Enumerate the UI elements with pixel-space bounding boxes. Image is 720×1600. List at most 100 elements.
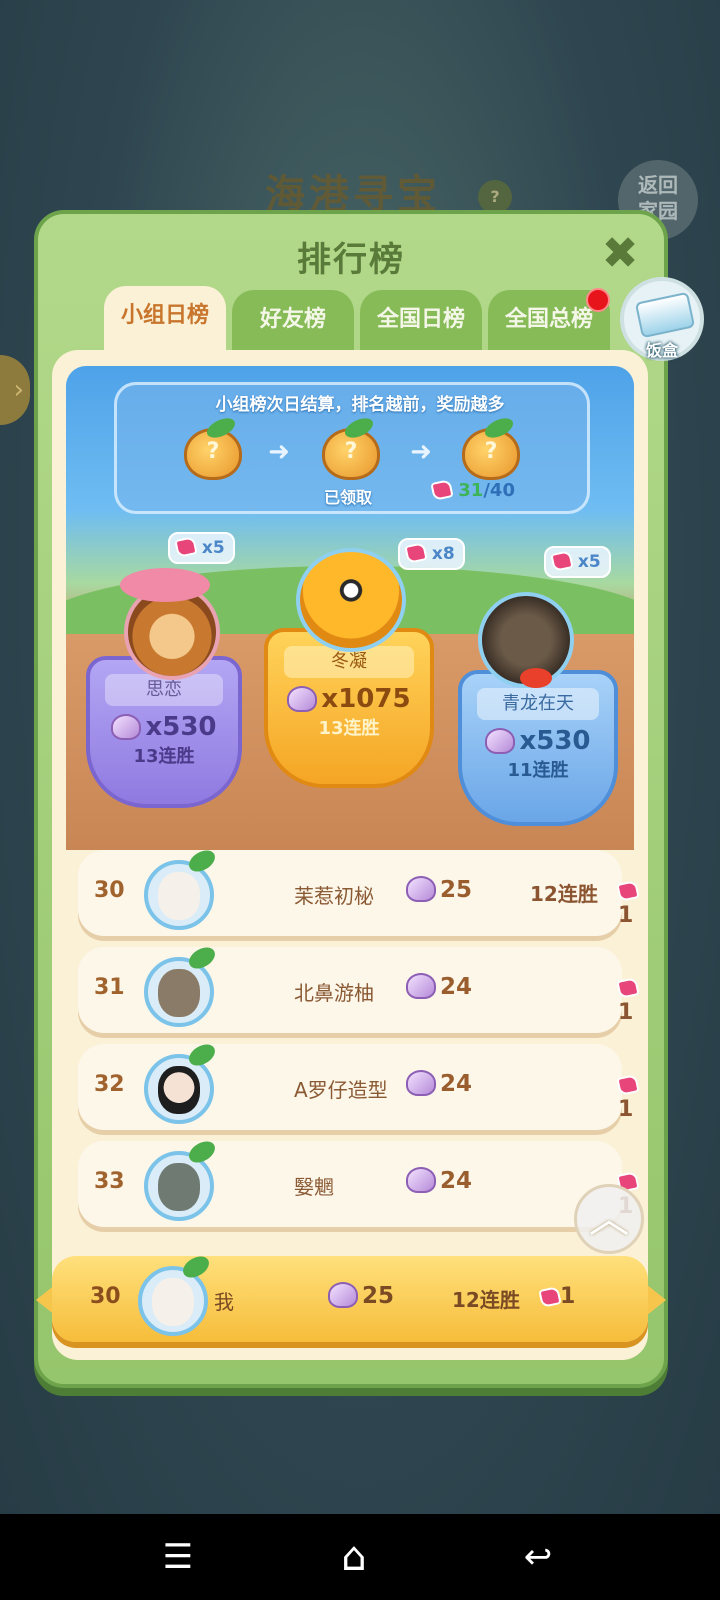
avatar[interactable] xyxy=(144,943,220,1031)
third-place-ticket-badge: x5 xyxy=(544,546,611,578)
my-rank-row[interactable]: 30 我 25 12连胜 1 xyxy=(52,1252,648,1342)
ticket-count: 1 xyxy=(616,975,640,1025)
ticket-count: 1 xyxy=(616,878,640,928)
ticket-icon xyxy=(538,1286,562,1308)
my-ticket-count: 1 xyxy=(538,1284,576,1309)
avatar[interactable] xyxy=(144,1137,220,1225)
shell-value: 25 xyxy=(440,877,473,903)
avatar-frame xyxy=(144,1054,214,1124)
shell-value: 24 xyxy=(440,1168,473,1194)
shell-count: 24 xyxy=(406,1070,472,1097)
avatar[interactable] xyxy=(144,846,220,934)
third-place-score: x530 xyxy=(462,726,614,756)
shell-icon xyxy=(111,714,142,740)
scroll-to-top-button[interactable]: ︿ xyxy=(574,1184,644,1254)
badge-count: x8 xyxy=(431,544,455,564)
ticket-count: 1 xyxy=(616,1072,640,1122)
shell-icon xyxy=(406,876,436,902)
shell-icon xyxy=(406,1070,436,1096)
back-icon[interactable]: ↩ xyxy=(478,1514,598,1600)
shell-count: 24 xyxy=(406,973,472,1000)
player-name: 嫛魍 xyxy=(294,1175,334,1199)
ticket-icon xyxy=(550,550,574,572)
ticket-icon xyxy=(616,880,640,902)
shell-value: 25 xyxy=(362,1283,395,1309)
ticket-value: 1 xyxy=(618,1097,634,1122)
ticket-icon xyxy=(616,977,640,999)
tab-friends[interactable]: 好友榜 xyxy=(232,290,354,354)
badge-count: x5 xyxy=(577,552,601,572)
avatar-frame xyxy=(144,1151,214,1221)
shell-icon xyxy=(328,1282,358,1308)
shell-count: 25 xyxy=(406,876,472,903)
avatar-photo xyxy=(152,1278,194,1326)
first-place-shield: 冬凝 x1075 13连胜 xyxy=(264,628,434,788)
home-icon[interactable]: ⌂ xyxy=(294,1514,414,1600)
progress-total: /40 xyxy=(483,480,515,501)
score-value: x530 xyxy=(519,726,591,756)
avatar-frame xyxy=(138,1266,208,1336)
avatar-photo xyxy=(158,872,200,920)
my-avatar[interactable] xyxy=(138,1252,214,1340)
tab-group-daily[interactable]: 小组日榜 xyxy=(104,286,226,354)
second-place-score: x530 xyxy=(90,712,238,742)
avatar-photo xyxy=(158,1066,200,1114)
avatar[interactable] xyxy=(144,1040,220,1128)
rank-number: 31 xyxy=(94,975,125,1000)
third-place-name: 青龙在天 xyxy=(477,688,599,720)
bento-box-icon xyxy=(634,291,696,339)
progress-current: 31 xyxy=(458,480,484,501)
first-place-score: x1075 xyxy=(268,684,430,714)
score-value: x530 xyxy=(145,712,217,742)
player-name: 苿惹初柲 xyxy=(294,884,374,908)
third-place-streak: 11连胜 xyxy=(507,760,569,781)
tab-national-daily[interactable]: 全国日榜 xyxy=(360,290,482,354)
list-item[interactable]: 33 嫛魍 24 1 xyxy=(78,1137,640,1227)
avatar-frame xyxy=(144,860,214,930)
my-rank-number: 30 xyxy=(90,1284,121,1309)
score-value: x1075 xyxy=(321,684,411,714)
close-icon[interactable]: ✖ xyxy=(598,232,642,276)
shell-icon xyxy=(485,728,516,754)
claimed-label: 已领取 xyxy=(324,488,373,507)
second-place-ticket-badge: x5 xyxy=(168,532,235,564)
crab-icon xyxy=(520,668,552,688)
third-place-shield: 青龙在天 x530 11连胜 xyxy=(458,670,618,826)
my-row-right-arrow xyxy=(646,1284,666,1316)
first-place-avatar[interactable] xyxy=(296,548,406,652)
first-place-streak: 13连胜 xyxy=(318,718,380,739)
second-place-streak: 13连胜 xyxy=(133,746,195,767)
badge-count: x5 xyxy=(201,538,225,558)
list-item[interactable]: 32 A罗仔造型 24 1 xyxy=(78,1040,640,1130)
list-item[interactable]: 30 苿惹初柲 25 12连胜 1 xyxy=(78,846,640,936)
list-item[interactable]: 31 北鼻游柚 24 1 xyxy=(78,943,640,1033)
system-nav-bar: ☰ ⌂ ↩ xyxy=(0,1514,720,1600)
my-win-streak: 12连胜 xyxy=(452,1288,520,1312)
menu-icon[interactable]: ☰ xyxy=(118,1514,238,1600)
shell-value: 24 xyxy=(440,1071,473,1097)
player-name: 北鼻游柚 xyxy=(294,981,374,1005)
hat-icon xyxy=(120,568,210,602)
rank-number: 30 xyxy=(94,878,125,903)
ticket-value: 1 xyxy=(618,903,634,928)
dialog-title: 排行榜 xyxy=(297,240,405,280)
shell-icon xyxy=(406,973,436,999)
ticket-icon xyxy=(430,479,454,501)
avatar-frame xyxy=(144,957,214,1027)
reward-progress: 31/40 xyxy=(430,479,515,501)
shell-icon xyxy=(287,686,318,712)
rank-number: 33 xyxy=(94,1169,125,1194)
ticket-value: 1 xyxy=(560,1284,576,1309)
shell-count: 24 xyxy=(406,1167,472,1194)
avatar-photo xyxy=(158,969,200,1017)
background-help-icon: ? xyxy=(478,180,512,214)
my-shell-count: 25 xyxy=(328,1282,394,1309)
player-name: A罗仔造型 xyxy=(294,1078,388,1102)
notification-dot-icon xyxy=(586,288,610,312)
shell-icon xyxy=(406,1167,436,1193)
bento-button[interactable]: 饭盒 xyxy=(620,277,704,361)
ticket-value: 1 xyxy=(618,1000,634,1025)
win-streak: 12连胜 xyxy=(530,882,598,906)
arrow-right-icon: ➜ xyxy=(410,437,432,467)
first-place-ticket-badge: x8 xyxy=(398,538,465,570)
